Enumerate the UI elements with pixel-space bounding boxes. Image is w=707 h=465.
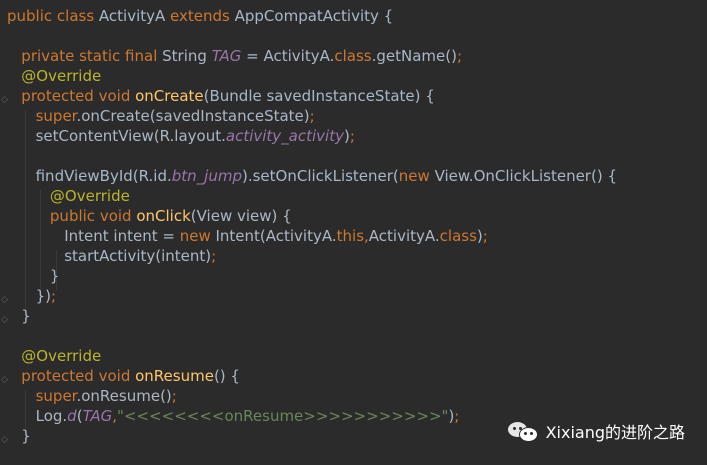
watermark: Xixiang的进阶之路 — [507, 418, 685, 444]
code-line[interactable]: startActivity(intent); — [7, 246, 216, 266]
code-token: this, — [336, 227, 369, 245]
code-token: (Bundle savedInstanceState) { — [203, 87, 435, 105]
code-token: activity_activity — [225, 127, 344, 145]
code-token: protected void — [7, 367, 136, 385]
code-token: super — [7, 107, 77, 125]
code-line[interactable]: Intent intent = new Intent(ActivityA.thi… — [7, 226, 488, 246]
code-line[interactable]: super.onResume(); — [7, 386, 177, 406]
code-token: super — [7, 387, 77, 405]
watermark-text: Xixiang的进阶之路 — [545, 423, 685, 442]
code-line[interactable]: @Override — [7, 66, 101, 86]
code-line[interactable]: protected void onCreate(Bundle savedInst… — [7, 86, 435, 106]
code-line[interactable]: findViewById(R.id.btn_jump).setOnClickLi… — [7, 166, 617, 186]
code-token: ; — [309, 107, 315, 125]
code-token: View.OnClickListener() { — [434, 167, 617, 185]
code-line[interactable]: setContentView(R.layout.activity_activit… — [7, 126, 355, 146]
code-token: } — [7, 427, 31, 445]
code-token: } — [7, 267, 60, 285]
code-line[interactable]: @Override — [7, 346, 101, 366]
code-token: class — [439, 227, 477, 245]
code-token: public class — [7, 7, 99, 25]
code-token: Intent(ActivityA. — [215, 227, 337, 245]
code-token: "<<<<<<<<onResume>>>>>>>>>>>" — [117, 407, 449, 425]
code-line[interactable]: super.onCreate(savedInstanceState); — [7, 106, 315, 126]
code-token: ; — [349, 127, 355, 145]
code-line[interactable]: }); — [7, 286, 56, 306]
code-token: ; — [171, 387, 177, 405]
code-token: (View view) { — [190, 207, 292, 225]
code-token: String — [162, 47, 212, 65]
code-token: }) — [7, 287, 52, 305]
code-token: Log. — [7, 407, 68, 425]
code-token: protected void — [7, 87, 136, 105]
code-line[interactable]: } — [7, 306, 31, 326]
code-line[interactable]: Log.d(TAG,"<<<<<<<<onResume>>>>>>>>>>>")… — [7, 406, 460, 426]
code-token: TAG — [82, 407, 113, 425]
code-token: .getName() — [371, 47, 457, 65]
code-token: TAG — [211, 47, 242, 65]
code-token: @Override — [7, 67, 102, 85]
code-token: new — [179, 227, 216, 245]
code-line[interactable]: } — [7, 266, 60, 286]
code-line[interactable]: } — [7, 426, 31, 446]
code-line[interactable]: @Override — [7, 186, 130, 206]
code-token: .onResume() — [76, 387, 172, 405]
code-token: @Override — [7, 187, 130, 205]
code-editor[interactable]: ◇ ◇ ◇ ◇ ◇ public class ActivityA extends… — [0, 0, 707, 465]
code-token: new — [398, 167, 435, 185]
code-line[interactable]: protected void onResume() { — [7, 366, 240, 386]
code-token: class — [334, 47, 372, 65]
code-token: = ActivityA. — [241, 47, 335, 65]
code-token: ; — [482, 227, 488, 245]
code-token: @Override — [7, 347, 102, 365]
wechat-icon — [507, 420, 538, 442]
code-token: d — [67, 407, 77, 425]
code-token: AppCompatActivity { — [234, 7, 394, 25]
code-line[interactable]: private static final String TAG = Activi… — [7, 46, 462, 66]
code-token: public void — [7, 207, 137, 225]
code-token: onClick — [136, 207, 191, 225]
code-token: ; — [456, 47, 463, 65]
code-token: () { — [213, 367, 240, 385]
code-token: .onCreate(savedInstanceState) — [76, 107, 310, 125]
code-line[interactable]: public void onClick(View view) { — [7, 206, 292, 226]
code-token: startActivity(intent) — [7, 247, 212, 265]
code-token: extends — [170, 7, 235, 25]
code-token: ; — [51, 287, 57, 305]
code-token: setContentView(R.layout. — [7, 127, 226, 145]
code-token: } — [7, 307, 31, 325]
code-token: onCreate — [135, 87, 204, 105]
code-token: onResume — [135, 367, 214, 385]
code-token: ; — [211, 247, 217, 265]
code-line[interactable]: public class ActivityA extends AppCompat… — [7, 6, 393, 26]
code-token: findViewById(R.id. — [7, 167, 172, 185]
code-token: btn_jump — [171, 167, 242, 185]
code-token: private static final — [7, 47, 163, 65]
code-token: ActivityA — [98, 7, 171, 25]
code-token: ActivityA. — [368, 227, 440, 245]
code-token: Intent intent = — [7, 227, 180, 245]
code-token: ).setOnClickListener( — [241, 167, 399, 185]
code-token: ; — [454, 407, 460, 425]
